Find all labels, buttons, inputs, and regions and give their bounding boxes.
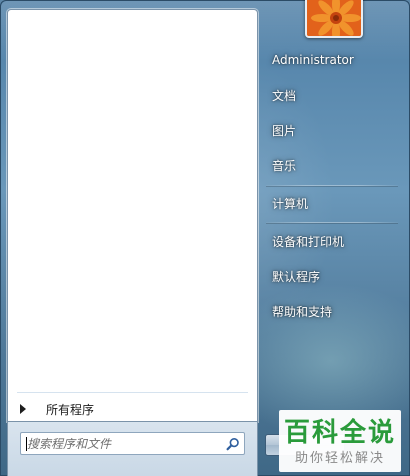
watermark: 百科全说 助你轻松解决 (279, 410, 401, 472)
programs-pane: 所有程序 (7, 9, 258, 422)
divider (266, 185, 398, 186)
documents-item[interactable]: 文档 (272, 85, 296, 105)
all-programs-item[interactable]: 所有程序 (16, 397, 249, 421)
search-input[interactable] (21, 433, 222, 454)
user-picture[interactable] (305, 0, 363, 38)
help-support-item[interactable]: 帮助和支持 (272, 301, 332, 321)
triangle-right-icon (20, 404, 26, 414)
computer-item[interactable]: 计算机 (272, 193, 308, 213)
search-area (7, 422, 258, 476)
pictures-item[interactable]: 图片 (272, 120, 296, 140)
watermark-subtitle: 助你轻松解决 (294, 451, 385, 466)
magnifier-icon[interactable] (222, 433, 244, 454)
watermark-title: 百科全说 (283, 418, 396, 448)
all-programs-label: 所有程序 (46, 402, 95, 417)
text-caret (26, 437, 27, 451)
devices-printers-item[interactable]: 设备和打印机 (272, 231, 344, 251)
search-box[interactable] (20, 432, 245, 455)
orange-flower-picture (307, 0, 361, 36)
music-item[interactable]: 音乐 (272, 155, 296, 175)
divider (17, 392, 248, 393)
default-programs-item[interactable]: 默认程序 (272, 266, 320, 286)
divider (266, 222, 398, 223)
user-name-item[interactable]: Administrator (272, 50, 354, 70)
